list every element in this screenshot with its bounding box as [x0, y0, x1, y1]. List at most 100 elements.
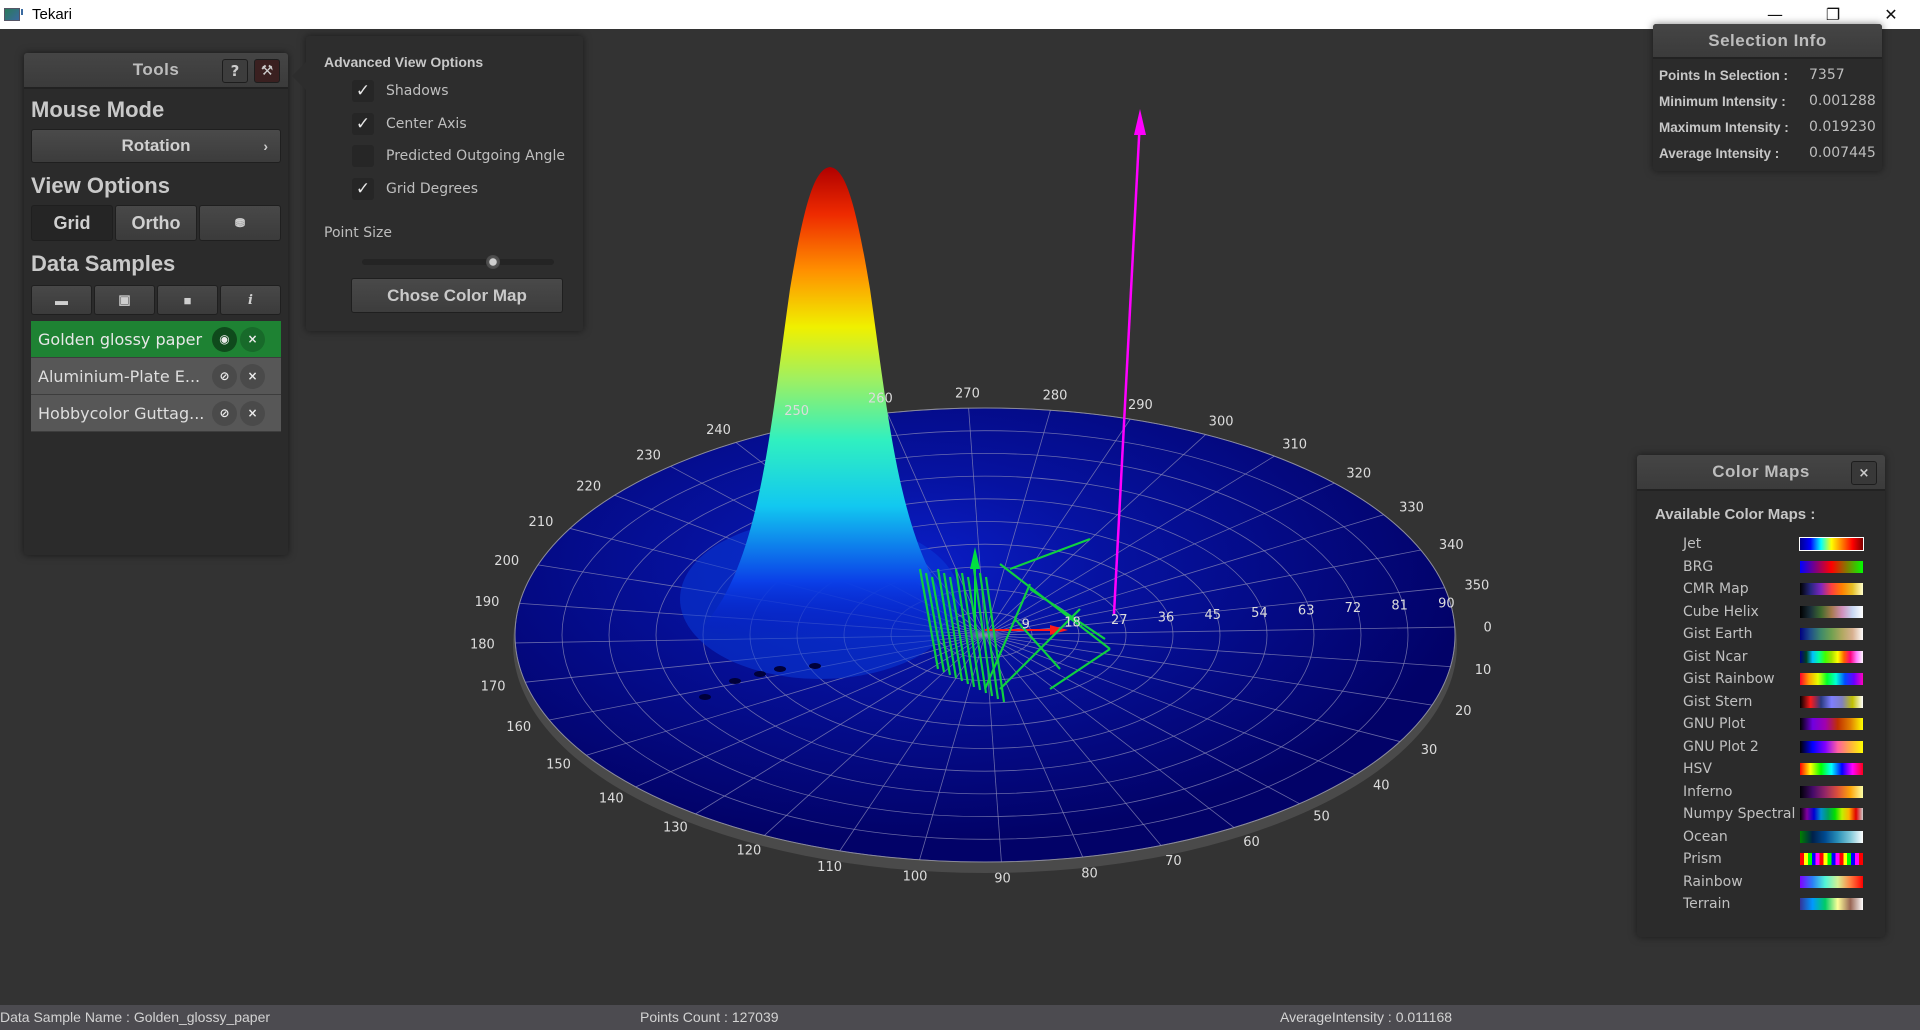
minimum-intensity-row: Minimum Intensity : 0.001288 — [1653, 88, 1882, 114]
save-button[interactable]: ■ — [157, 285, 218, 315]
color-map-swatch[interactable] — [1800, 830, 1863, 843]
color-map-item[interactable]: BRG — [1637, 556, 1885, 579]
3d-viewport[interactable]: 0 10 20 30 40 50 60 70 80 90 100 110 120 130 140 150 160… — [0, 29, 1920, 1005]
azimuth-label: 150 — [546, 758, 571, 773]
azimuth-label: 300 — [1209, 415, 1234, 430]
color-map-swatch[interactable] — [1800, 808, 1863, 821]
view-options-title: View Options — [31, 173, 170, 198]
center-axis-option[interactable]: ✓ Center Axis — [352, 113, 467, 135]
info-key: Average Intensity : — [1659, 145, 1780, 161]
elevation-label: 72 — [1345, 601, 1362, 616]
reset-view-button[interactable]: ⛃ — [199, 205, 281, 241]
data-sample-item[interactable]: Aluminium-Plate E... ⊘ × — [31, 358, 281, 395]
color-map-swatch[interactable] — [1800, 605, 1863, 618]
color-map-swatch[interactable] — [1800, 740, 1863, 753]
visibility-toggle-button[interactable]: ◉ — [212, 326, 237, 352]
remove-sample-button[interactable]: × — [240, 326, 265, 352]
azimuth-label: 180 — [470, 637, 495, 652]
color-map-swatch[interactable] — [1800, 898, 1863, 911]
tools-icon: ⚒ — [260, 63, 274, 79]
grid-degrees-checkbox[interactable]: ✓ — [352, 178, 374, 200]
outgoing-direction-arrow — [1134, 109, 1146, 135]
info-button[interactable]: i — [220, 285, 281, 315]
info-key: Maximum Intensity : — [1659, 119, 1789, 135]
view-options-buttons: Grid Ortho ⛃ — [31, 205, 281, 241]
color-map-item[interactable]: Prism — [1637, 848, 1885, 871]
title-bar: Tekari — ❐ ✕ — [0, 0, 1920, 29]
color-map-item[interactable]: Terrain — [1637, 893, 1885, 916]
color-map-swatch[interactable] — [1800, 673, 1863, 686]
point-size-slider-handle[interactable] — [485, 255, 500, 269]
color-map-item[interactable]: Gist Rainbow — [1637, 668, 1885, 691]
shadows-checkbox[interactable]: ✓ — [352, 80, 374, 102]
close-icon: × — [247, 406, 258, 420]
color-map-item[interactable]: Jet — [1637, 533, 1885, 556]
color-map-item[interactable]: Gist Stern — [1637, 691, 1885, 714]
azimuth-label: 230 — [636, 448, 661, 463]
check-icon: ✓ — [355, 179, 371, 199]
color-map-name: HSV — [1683, 761, 1712, 778]
visibility-toggle-button[interactable]: ⊘ — [212, 400, 237, 426]
center-axis-checkbox[interactable]: ✓ — [352, 113, 374, 135]
color-map-swatch[interactable] — [1800, 718, 1863, 731]
visibility-toggle-button[interactable]: ⊘ — [212, 363, 237, 389]
data-sample-item[interactable]: Golden glossy paper ◉ × — [31, 321, 281, 358]
predicted-outgoing-angle-checkbox[interactable] — [352, 145, 374, 167]
brdf-polar-plot[interactable]: 0 10 20 30 40 50 60 70 80 90 100 110 120 130 140 150 160… — [0, 29, 1920, 1005]
color-map-swatch[interactable] — [1800, 650, 1863, 663]
screenshot-button[interactable]: ▣ — [94, 285, 155, 315]
mouse-mode-button[interactable]: Rotation › — [31, 129, 281, 163]
color-map-item[interactable]: GNU Plot — [1637, 713, 1885, 736]
color-maps-panel: Color Maps × Available Color Maps : Jet B… — [1637, 455, 1885, 937]
close-color-maps-button[interactable]: × — [1851, 461, 1877, 485]
color-map-swatch[interactable] — [1800, 695, 1863, 708]
advanced-view-options-title: Advanced View Options — [324, 54, 484, 70]
predicted-outgoing-angle-option[interactable]: Predicted Outgoing Angle — [352, 145, 565, 167]
data-sample-item[interactable]: Hobbycolor Guttag... ⊘ × — [31, 395, 281, 432]
advanced-options-button[interactable]: ⚒ — [254, 59, 280, 83]
point-size-slider[interactable] — [362, 255, 554, 269]
color-map-item[interactable]: Gist Ncar — [1637, 646, 1885, 669]
color-map-item[interactable]: Gist Earth — [1637, 623, 1885, 646]
color-map-swatch[interactable] — [1800, 875, 1863, 888]
azimuth-label: 10 — [1475, 663, 1492, 678]
ortho-toggle-button[interactable]: Ortho — [115, 205, 197, 241]
data-sample-list: Golden glossy paper ◉ × Aluminium-Plate … — [31, 321, 281, 432]
status-points-count: Points Count : 127039 — [640, 1009, 779, 1025]
color-map-item[interactable]: Numpy Spectral — [1637, 803, 1885, 826]
color-map-swatch[interactable] — [1800, 583, 1863, 596]
grid-degrees-option[interactable]: ✓ Grid Degrees — [352, 178, 478, 200]
grid-toggle-button[interactable]: Grid — [31, 205, 113, 241]
elevation-label: 54 — [1251, 606, 1268, 621]
minimum-intensity-value: 0.001288 — [1809, 93, 1876, 109]
color-map-item[interactable]: Cube Helix — [1637, 601, 1885, 624]
shadows-option[interactable]: ✓ Shadows — [352, 80, 449, 102]
remove-sample-button[interactable]: × — [240, 400, 265, 426]
save-icon: ■ — [183, 292, 192, 308]
color-map-name: Rainbow — [1683, 873, 1743, 890]
color-map-swatch[interactable] — [1800, 628, 1863, 641]
elevation-label: 27 — [1111, 613, 1128, 628]
color-map-item[interactable]: HSV — [1637, 758, 1885, 781]
maximum-intensity-row: Maximum Intensity : 0.019230 — [1653, 114, 1882, 140]
color-map-item[interactable]: GNU Plot 2 — [1637, 736, 1885, 759]
color-map-name: Gist Ncar — [1683, 648, 1748, 665]
azimuth-label: 100 — [903, 870, 928, 885]
color-map-swatch[interactable] — [1800, 853, 1863, 866]
color-map-swatch[interactable] — [1799, 537, 1864, 552]
point-size-label: Point Size — [324, 225, 392, 241]
remove-sample-button[interactable]: × — [240, 363, 265, 389]
color-map-swatch[interactable] — [1800, 560, 1863, 573]
choose-color-map-button[interactable]: Chose Color Map — [351, 278, 563, 313]
color-map-swatch[interactable] — [1800, 785, 1863, 798]
help-button[interactable]: ? — [222, 59, 248, 83]
color-map-swatch[interactable] — [1800, 763, 1863, 776]
color-map-item[interactable]: Ocean — [1637, 826, 1885, 849]
color-map-item[interactable]: Inferno — [1637, 781, 1885, 804]
azimuth-label: 350 — [1464, 579, 1489, 594]
color-map-name: GNU Plot — [1683, 716, 1746, 733]
color-map-item[interactable]: Rainbow — [1637, 871, 1885, 894]
color-map-item[interactable]: CMR Map — [1637, 578, 1885, 601]
status-average-intensity: AverageIntensity : 0.011168 — [1280, 1009, 1453, 1025]
open-file-button[interactable]: ▬ — [31, 285, 92, 315]
